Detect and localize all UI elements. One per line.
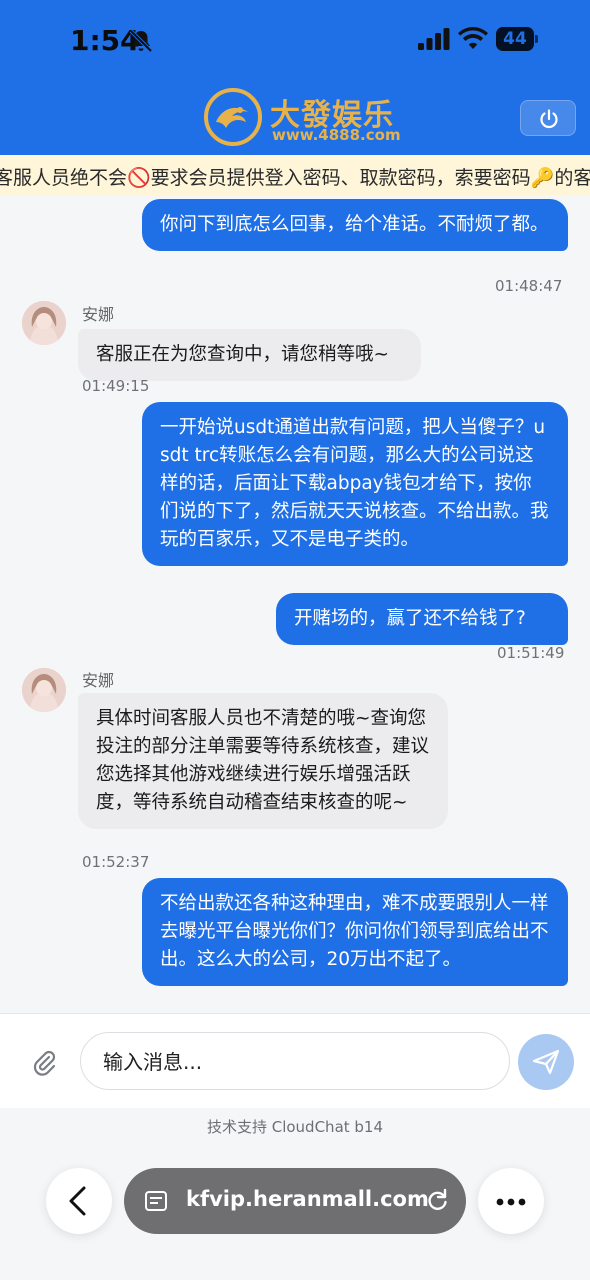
agent-name: 安娜	[82, 671, 115, 690]
wifi-icon	[458, 27, 488, 49]
message-composer: 输入消息...	[0, 1013, 590, 1108]
logout-button[interactable]	[520, 100, 576, 136]
status-bar: 1:54 44	[0, 0, 590, 80]
agent-photo	[22, 301, 66, 345]
agent-avatar	[22, 668, 66, 712]
reload-icon[interactable]	[424, 1187, 450, 1213]
user-message-bubble: 不给出款还各种这种理由，难不成要跟别人一样去曝光平台曝光你们？你问你们领导到底给…	[142, 878, 568, 986]
brand-logo: 大發娱乐 www.4888.com	[204, 86, 401, 148]
message-text: 不给出款还各种这种理由，难不成要跟别人一样去曝光平台曝光你们？你问你们领导到底给…	[160, 893, 549, 970]
chat-messages[interactable]: 你问下到底怎么回事，给个准话。不耐烦了都。 01:48:47 安娜 客服正在为您…	[0, 195, 590, 1013]
paperclip-icon[interactable]	[30, 1048, 58, 1076]
agent-photo	[22, 668, 66, 712]
notice-text: 客服人员绝不会🚫要求会员提供登入密码、取款密码，索要密码🔑的客服都	[0, 167, 590, 189]
page-icon	[145, 1191, 167, 1211]
message-timestamp: 01:49:15	[82, 377, 150, 395]
agent-avatar	[22, 301, 66, 345]
dragon-logo-icon	[204, 88, 262, 146]
agent-message-bubble: 客服正在为您查询中，请您稍等哦~	[78, 329, 421, 381]
message-text: 开赌场的，赢了还不给钱了?	[294, 608, 526, 629]
message-text: 一开始说usdt通道出款有问题，把人当傻子？usdt trc转账怎么会有问题，那…	[160, 417, 549, 550]
message-timestamp: 01:48:47	[495, 277, 563, 295]
power-icon	[540, 109, 558, 129]
chevron-left-icon	[69, 1186, 86, 1216]
user-message-bubble: 开赌场的，赢了还不给钱了?	[276, 593, 568, 645]
brand-url: www.4888.com	[272, 126, 401, 144]
send-icon	[532, 1049, 560, 1075]
message-text: 客服正在为您查询中，请您稍等哦~	[96, 344, 390, 365]
browser-more-button[interactable]	[478, 1168, 544, 1234]
browser-back-button[interactable]	[46, 1168, 112, 1234]
user-message-bubble: 你问下到底怎么回事，给个准话。不耐烦了都。	[142, 199, 568, 251]
message-timestamp: 01:52:37	[82, 853, 150, 871]
battery-indicator: 44	[496, 27, 538, 51]
cellular-signal-icon	[418, 28, 450, 50]
user-message-bubble: 一开始说usdt通道出款有问题，把人当傻子？usdt trc转账怎么会有问题，那…	[142, 402, 568, 566]
address-bar[interactable]: kfvip.heranmall.com	[124, 1168, 466, 1234]
agent-message-bubble: 具体时间客服人员也不清楚的哦~查询您投注的部分注单需要等待系统核查，建议您选择其…	[78, 693, 448, 829]
bell-muted-icon	[129, 29, 153, 53]
battery-level: 44	[503, 29, 527, 49]
notice-marquee: 客服人员绝不会🚫要求会员提供登入密码、取款密码，索要密码🔑的客服都	[0, 155, 590, 195]
message-text: 你问下到底怎么回事，给个准话。不耐烦了都。	[160, 214, 549, 235]
message-input[interactable]: 输入消息...	[80, 1032, 510, 1090]
agent-name: 安娜	[82, 305, 115, 324]
message-timestamp: 01:51:49	[497, 644, 565, 662]
top-header: 1:54 44 大發娱乐 www.4888.com	[0, 0, 590, 155]
more-dots-icon	[496, 1198, 526, 1206]
message-text: 具体时间客服人员也不清楚的哦~查询您投注的部分注单需要等待系统核查，建议您选择其…	[96, 708, 430, 813]
send-button[interactable]	[518, 1034, 574, 1090]
url-text: kfvip.heranmall.com	[186, 1187, 429, 1211]
powered-by: 技术支持 CloudChat b14	[206, 1118, 384, 1136]
